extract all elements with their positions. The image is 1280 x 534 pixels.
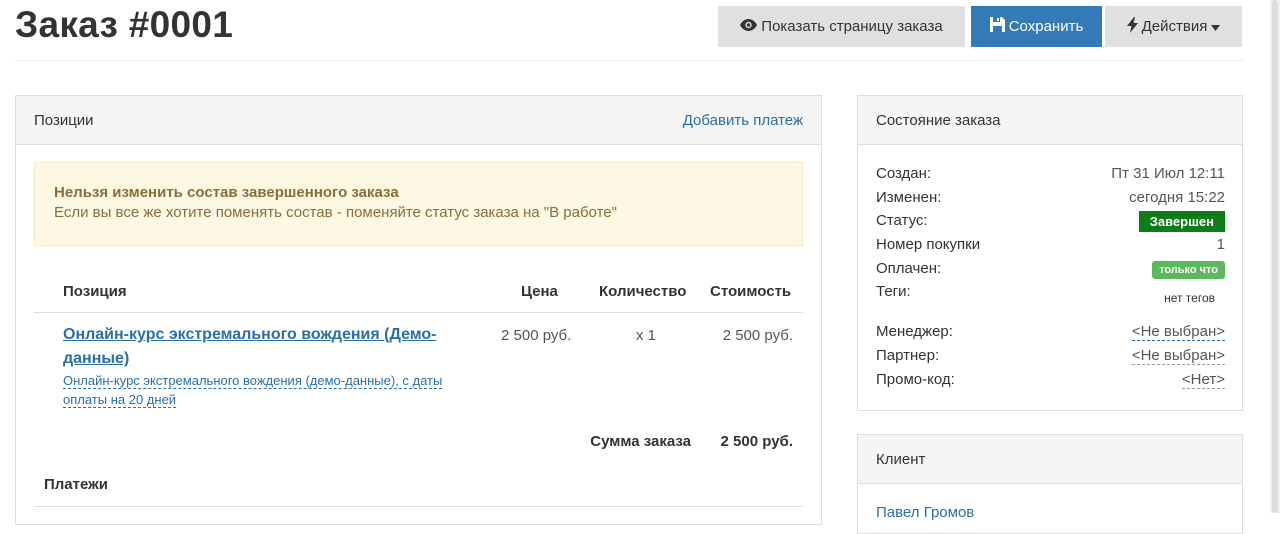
- save-label: Сохранить: [1008, 18, 1084, 35]
- item-description[interactable]: Онлайн-курс экстремального вождения (дем…: [63, 371, 473, 409]
- purchase-number-row: Номер покупки 1: [876, 236, 1225, 256]
- promo-code-select[interactable]: <Нет>: [1181, 371, 1225, 389]
- partner-select[interactable]: <Не выбран>: [1131, 347, 1225, 365]
- payments-divider: [34, 506, 803, 507]
- positions-panel-heading: Позиции Добавить платеж: [16, 96, 821, 145]
- client-heading: Клиент: [876, 450, 926, 468]
- save-button[interactable]: Сохранить: [971, 6, 1102, 47]
- modified-label: Изменен:: [876, 189, 942, 206]
- purchase-number-label: Номер покупки: [876, 236, 981, 253]
- order-status-heading-bar: Состояние заказа: [858, 96, 1242, 145]
- item-price: 2 500 руб.: [501, 327, 572, 344]
- completed-order-alert: Нельзя изменить состав завершенного зака…: [34, 162, 803, 246]
- modified-row: Изменен: сегодня 15:22: [876, 189, 1225, 209]
- paid-label: Оплачен:: [876, 260, 942, 277]
- manager-row: Менеджер: <Не выбран>: [876, 323, 1225, 343]
- order-total-value: 2 500 руб.: [720, 433, 793, 450]
- alert-title: Нельзя изменить состав завершенного зака…: [54, 184, 399, 201]
- view-order-page-button[interactable]: Показать страницу заказа: [718, 6, 965, 47]
- column-header-price: Цена: [521, 283, 558, 300]
- item-cost: 2 500 руб.: [722, 327, 793, 344]
- manager-select[interactable]: <Не выбран>: [1131, 323, 1225, 341]
- actions-dropdown-button[interactable]: Действия: [1105, 6, 1242, 47]
- column-header-quantity: Количество: [599, 283, 687, 300]
- promo-code-label: Промо-код:: [876, 371, 955, 388]
- created-value: Пт 31 Июл 12:11: [1111, 165, 1225, 182]
- promo-code-row: Промо-код: <Нет>: [876, 371, 1225, 391]
- order-total-label: Сумма заказа: [590, 433, 691, 450]
- eye-icon: [740, 18, 758, 35]
- created-row: Создан: Пт 31 Июл 12:11: [876, 165, 1225, 185]
- modified-value: сегодня 15:22: [1129, 189, 1225, 206]
- item-quantity: x 1: [636, 327, 657, 344]
- column-header-position: Позиция: [63, 283, 127, 300]
- tags-row: Теги: нет тегов: [876, 283, 1225, 305]
- order-status-panel: Состояние заказа Создан: Пт 31 Июл 12:11…: [857, 95, 1243, 411]
- status-label: Статус:: [876, 212, 928, 229]
- column-header-cost: Стоимость: [710, 283, 792, 300]
- tags-label: Теги:: [876, 283, 911, 300]
- bolt-icon: [1126, 16, 1138, 37]
- page-title: Заказ #0001: [15, 4, 234, 45]
- view-order-page-label: Показать страницу заказа: [761, 18, 943, 35]
- floppy-disk-icon: [989, 17, 1005, 36]
- item-name-link[interactable]: Онлайн-курс экстремального вождения (Дем…: [63, 323, 463, 371]
- paid-badge: только что: [1152, 261, 1225, 279]
- table-header-divider: [34, 312, 803, 313]
- header-divider: [15, 60, 1245, 61]
- positions-heading: Позиции: [34, 111, 94, 129]
- add-payment-link[interactable]: Добавить платеж: [683, 112, 803, 129]
- client-heading-bar: Клиент: [858, 435, 1242, 484]
- manager-label: Менеджер:: [876, 323, 953, 340]
- caret-down-icon: [1211, 18, 1221, 35]
- paid-row: Оплачен: только что: [876, 260, 1225, 280]
- created-label: Создан:: [876, 165, 932, 182]
- alert-text: Если вы все же хотите поменять состав - …: [54, 204, 617, 221]
- actions-label: Действия: [1141, 18, 1208, 35]
- status-row: Статус: Завершен: [876, 211, 1225, 232]
- client-panel: Клиент Павел Громов: [857, 434, 1243, 534]
- payments-title: Платежи: [44, 476, 108, 493]
- page-scrollbar-thumb[interactable]: [1272, 0, 1278, 513]
- tags-value[interactable]: нет тегов: [1164, 291, 1215, 305]
- partner-row: Партнер: <Не выбран>: [876, 347, 1225, 367]
- positions-panel: Позиции Добавить платеж Нельзя изменить …: [15, 95, 822, 525]
- purchase-number-value: 1: [1216, 236, 1225, 253]
- partner-label: Партнер:: [876, 347, 940, 364]
- status-badge[interactable]: Завершен: [1138, 211, 1225, 232]
- order-status-heading: Состояние заказа: [876, 111, 1001, 129]
